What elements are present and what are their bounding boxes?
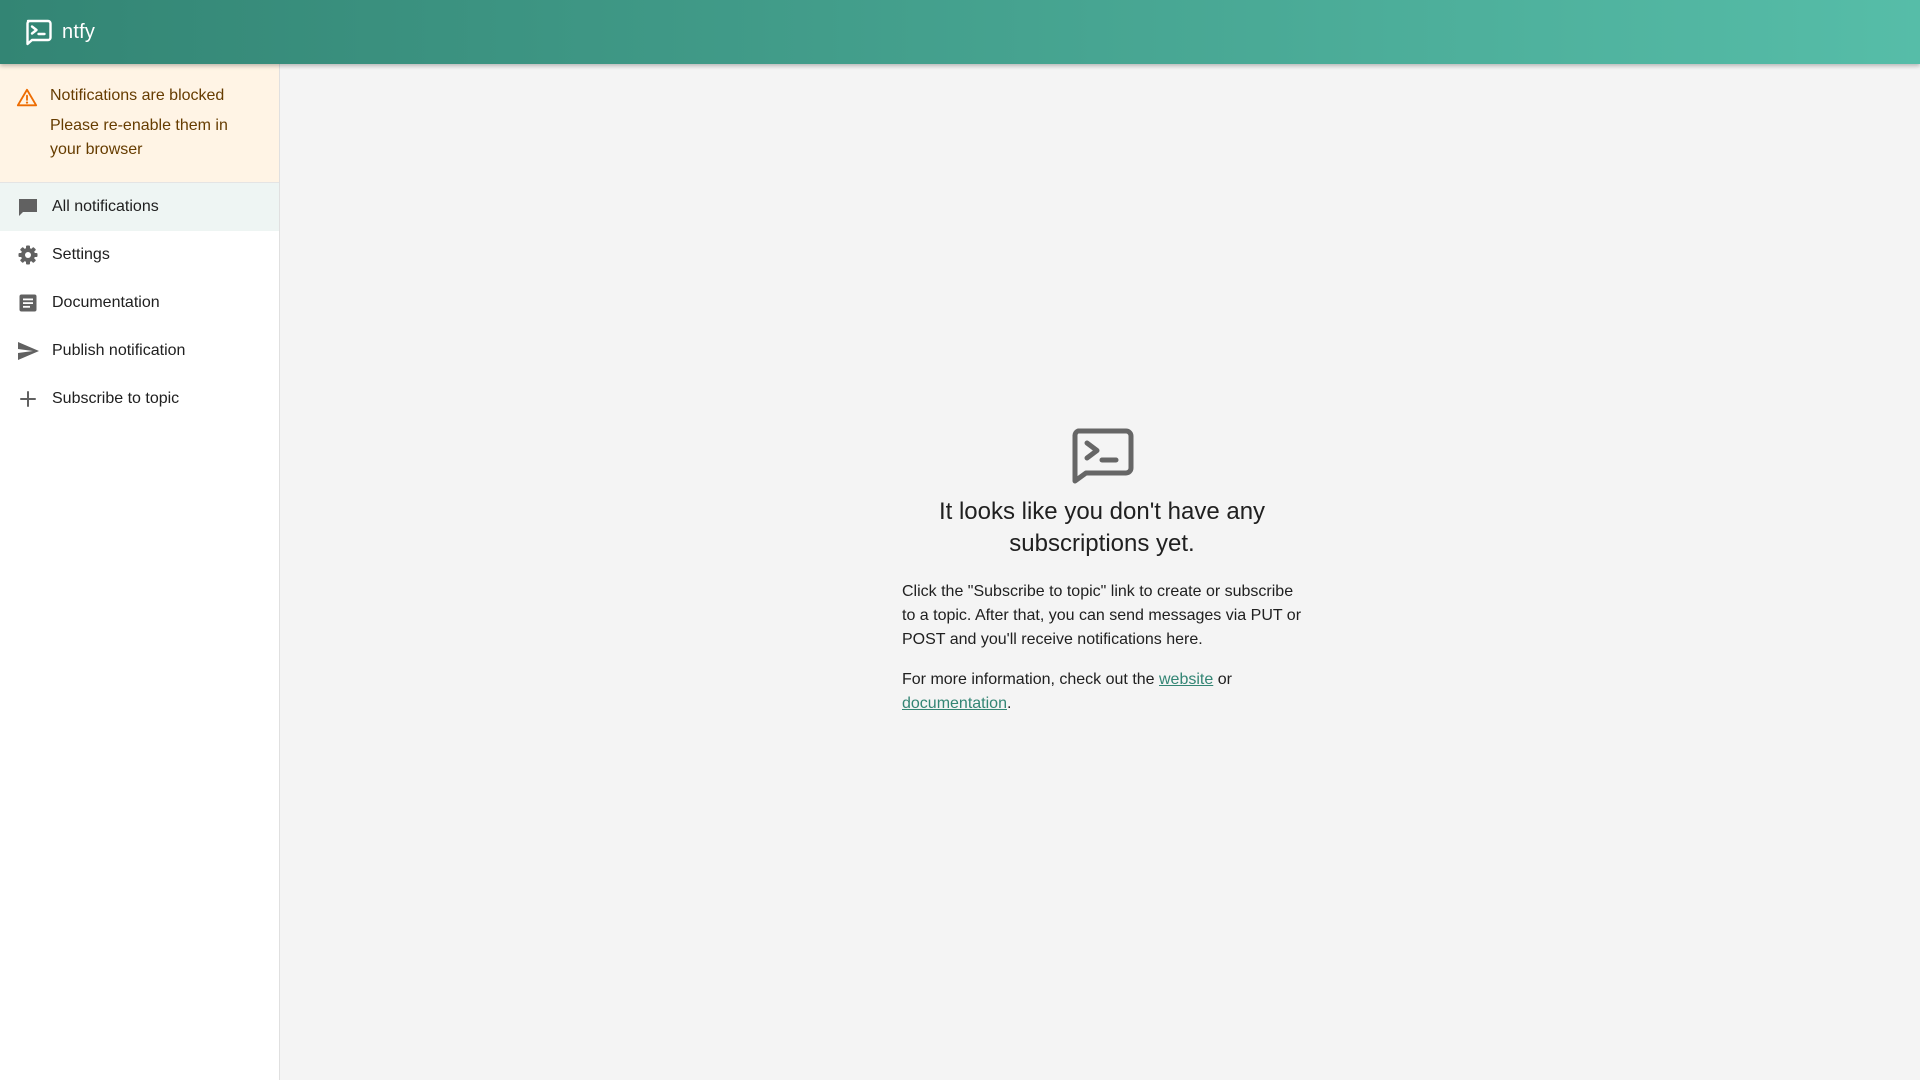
sidebar-item-all-notifications[interactable]: All notifications bbox=[0, 183, 279, 231]
empty-state-info: For more information, check out the webs… bbox=[902, 668, 1302, 716]
sidebar-item-label: Subscribe to topic bbox=[52, 390, 180, 407]
sidebar-item-label: Publish notification bbox=[52, 342, 186, 359]
main-content: It looks like you don't have any subscri… bbox=[281, 64, 1920, 1080]
send-icon bbox=[16, 339, 40, 363]
empty-state-title: It looks like you don't have any subscri… bbox=[938, 498, 1266, 557]
alert-body: Please re-enable them in your browser bbox=[50, 117, 228, 158]
sidebar-item-label: All notifications bbox=[52, 198, 159, 215]
info-suffix: . bbox=[1006, 695, 1012, 712]
plus-icon bbox=[16, 387, 40, 411]
sidebar-item-publish-notification[interactable]: Publish notification bbox=[0, 327, 279, 375]
notifications-blocked-alert: Notifications are blocked Please re-enab… bbox=[0, 64, 279, 183]
alert-title: Notifications are blocked bbox=[50, 87, 225, 104]
app-title: ntfy bbox=[62, 20, 96, 43]
documentation-link[interactable]: documentation bbox=[902, 695, 1007, 712]
info-prefix: For more information, check out the bbox=[902, 671, 1159, 688]
empty-state: It looks like you don't have any subscri… bbox=[902, 428, 1302, 732]
gear-icon bbox=[16, 243, 40, 267]
sidebar-item-label: Documentation bbox=[52, 294, 160, 311]
chat-icon bbox=[16, 195, 40, 219]
website-link[interactable]: website bbox=[1159, 671, 1213, 688]
sidebar-item-documentation[interactable]: Documentation bbox=[0, 279, 279, 327]
empty-state-instructions: Click the "Subscribe to topic" link to c… bbox=[902, 583, 1302, 648]
info-middle: or bbox=[1213, 671, 1232, 688]
warning-icon bbox=[16, 87, 38, 109]
sidebar-item-label: Settings bbox=[52, 246, 110, 263]
app-bar: ntfy bbox=[0, 0, 1920, 64]
ntfy-logo-icon[interactable] bbox=[24, 18, 52, 46]
ntfy-logo-icon bbox=[1072, 428, 1134, 484]
sidebar: Notifications are blocked Please re-enab… bbox=[0, 64, 280, 1080]
sidebar-item-subscribe-to-topic[interactable]: Subscribe to topic bbox=[0, 375, 279, 423]
article-icon bbox=[16, 291, 40, 315]
sidebar-item-settings[interactable]: Settings bbox=[0, 231, 279, 279]
